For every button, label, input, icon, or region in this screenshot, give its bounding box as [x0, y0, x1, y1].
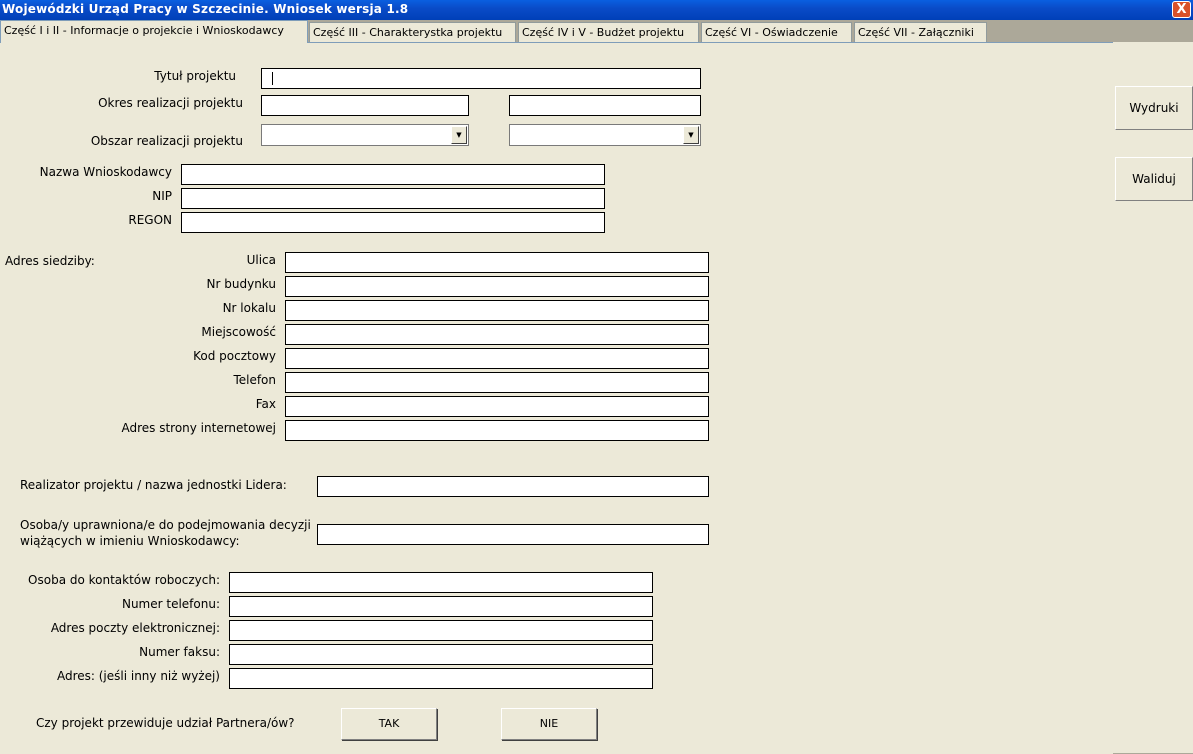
project-title-input[interactable]: [261, 68, 701, 89]
city-label: Miejscowość: [201, 325, 276, 339]
city-input[interactable]: [285, 324, 709, 345]
contact-fax-input[interactable]: [229, 644, 653, 665]
contact-email-label: Adres poczty elektronicznej:: [50, 621, 220, 635]
authorized-label-line2: wiążących w imieniu Wnioskodawcy:: [20, 534, 240, 548]
nip-input[interactable]: [181, 188, 605, 209]
building-input[interactable]: [285, 276, 709, 297]
fax-label: Fax: [255, 397, 276, 411]
validate-button[interactable]: Waliduj: [1115, 157, 1193, 201]
partners-no-button[interactable]: NIE: [501, 708, 597, 740]
print-button[interactable]: Wydruki: [1115, 86, 1193, 130]
postal-code-label: Kod pocztowy: [193, 349, 276, 363]
fax-input[interactable]: [285, 396, 709, 417]
nip-label: NIP: [152, 189, 172, 203]
phone-input[interactable]: [285, 372, 709, 393]
project-area-label: Obszar realizacji projektu: [90, 134, 243, 148]
partners-yes-button[interactable]: TAK: [341, 708, 437, 740]
realizer-input[interactable]: [317, 476, 709, 497]
title-bar: Wojewódzki Urząd Pracy w Szczecinie. Wni…: [0, 0, 1193, 20]
tab-part-1-2[interactable]: Część I i II - Informacje o projekcie i …: [0, 20, 308, 43]
project-period-label: Okres realizacji projektu: [98, 96, 243, 110]
period-start-input[interactable]: [261, 95, 469, 116]
contact-person-input[interactable]: [229, 572, 653, 593]
address-heading: Adres siedziby:: [5, 254, 95, 268]
authorized-input[interactable]: [317, 524, 709, 545]
applicant-name-label: Nazwa Wnioskodawcy: [39, 165, 172, 179]
contact-phone-label: Numer telefonu:: [121, 597, 220, 611]
building-label: Nr budynku: [206, 277, 276, 291]
partners-question: Czy projekt przewiduje udział Partnera/ó…: [36, 716, 295, 730]
tab-part-7[interactable]: Część VII - Załączniki: [854, 22, 987, 42]
website-label: Adres strony internetowej: [121, 421, 276, 435]
text-caret: [272, 72, 273, 85]
project-title-label: Tytuł projektu: [154, 69, 236, 83]
contact-person-label: Osoba do kontaktów roboczych:: [28, 573, 220, 587]
street-input[interactable]: [285, 252, 709, 273]
close-button[interactable]: X: [1172, 1, 1191, 18]
tab-part-3[interactable]: Część III - Charakterystka projektu: [309, 22, 516, 42]
chevron-down-icon[interactable]: ▼: [683, 126, 699, 144]
area-subregion-select[interactable]: ▼: [509, 124, 701, 146]
contact-fax-label: Numer faksu:: [139, 645, 220, 659]
postal-code-input[interactable]: [285, 348, 709, 369]
regon-input[interactable]: [181, 212, 605, 233]
tab-part-6[interactable]: Część VI - Oświadczenie: [701, 22, 852, 42]
area-region-select[interactable]: ▼: [261, 124, 469, 146]
street-label: Ulica: [246, 253, 276, 267]
realizer-label: Realizator projektu / nazwa jednostki Li…: [20, 478, 287, 492]
website-input[interactable]: [285, 420, 709, 441]
phone-label: Telefon: [233, 373, 276, 387]
regon-label: REGON: [128, 213, 172, 227]
period-end-input[interactable]: [509, 95, 701, 116]
authorized-label-line1: Osoba/y uprawniona/e do podejmowania dec…: [20, 518, 311, 532]
side-panel: Wydruki Waliduj: [1113, 42, 1193, 753]
contact-address-label: Adres: (jeśli inny niż wyżej): [56, 669, 220, 683]
unit-label: Nr lokalu: [222, 301, 276, 315]
contact-phone-input[interactable]: [229, 596, 653, 617]
chevron-down-icon[interactable]: ▼: [451, 126, 467, 144]
contact-email-input[interactable]: [229, 620, 653, 641]
unit-input[interactable]: [285, 300, 709, 321]
contact-address-input[interactable]: [229, 668, 653, 689]
window-title: Wojewódzki Urząd Pracy w Szczecinie. Wni…: [2, 2, 409, 16]
applicant-name-input[interactable]: [181, 164, 605, 185]
tab-part-4-5[interactable]: Część IV i V - Budżet projektu: [518, 22, 699, 42]
